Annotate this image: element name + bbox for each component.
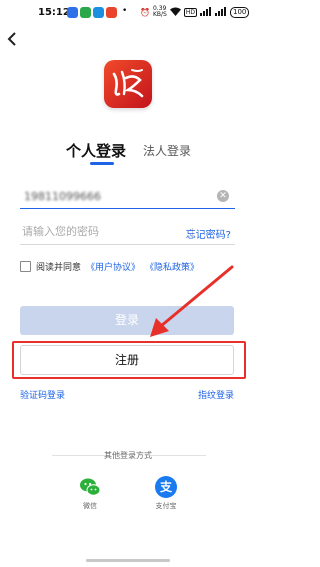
home-indicator[interactable] [86, 559, 170, 562]
app-logo [104, 60, 152, 108]
signal-icon [215, 6, 227, 18]
notification-icons [67, 7, 117, 18]
fingerprint-login-link[interactable]: 指纹登录 [198, 388, 234, 401]
active-tab-indicator [90, 162, 114, 165]
battery-icon: 100 [230, 6, 250, 18]
alipay-label: 支付宝 [155, 502, 177, 510]
alipay-login[interactable]: 支 支付宝 [146, 476, 186, 511]
status-bar: 15:12 • ⏰ 0.39 KB/S HD 100 [0, 0, 256, 28]
clear-icon[interactable]: ✕ [217, 190, 229, 202]
divider [150, 455, 206, 456]
notification-app-icon [106, 7, 117, 18]
other-login-title: 其他登录方式 [104, 451, 152, 460]
register-button[interactable]: 注册 [20, 345, 234, 375]
password-field: 忘记密码? [20, 222, 235, 245]
agreement-checkbox[interactable] [20, 261, 31, 272]
network-speed: 0.39 KB/S [153, 6, 167, 18]
privacy-policy-link[interactable]: 《隐私政策》 [145, 260, 199, 273]
wechat-label: 微信 [83, 502, 97, 510]
tab-legal-login[interactable]: 法人登录 [143, 142, 191, 159]
login-button[interactable]: 登录 [20, 306, 234, 335]
tab-personal-login[interactable]: 个人登录 [66, 140, 126, 161]
wechat-icon[interactable] [79, 476, 101, 498]
notification-app-icon [67, 7, 78, 18]
alipay-icon[interactable]: 支 [155, 476, 177, 498]
notification-app-icon [93, 7, 104, 18]
forgot-password-link[interactable]: 忘记密码? [186, 226, 231, 241]
login-tabs: 个人登录 法人登录 [0, 140, 256, 166]
wechat-login[interactable]: 微信 [70, 476, 110, 511]
agreement-prefix: 阅读并同意 [36, 263, 82, 273]
alipay-glyph: 支 [159, 480, 172, 494]
hd-icon: HD [183, 7, 197, 17]
user-agreement-link[interactable]: 《用户协议》 [86, 260, 140, 273]
notification-app-icon [80, 7, 91, 18]
agreement-row: 阅读并同意 《用户协议》 《隐私政策》 [20, 260, 199, 273]
notification-dot-icon: • [122, 6, 128, 16]
alarm-icon: ⏰ [140, 7, 150, 17]
wifi-icon [169, 7, 181, 18]
phone-value[interactable]: 19811099666 [24, 190, 101, 203]
network-speed-unit: KB/S [152, 11, 167, 18]
signal-icon [200, 6, 212, 18]
phone-field[interactable]: 19811099666 ✕ [20, 186, 235, 209]
back-arrow-icon[interactable] [6, 30, 20, 48]
password-input[interactable] [22, 225, 162, 238]
status-time: 15:12 [38, 7, 70, 18]
sms-login-link[interactable]: 验证码登录 [20, 388, 65, 401]
status-indicators: ⏰ 0.39 KB/S HD 100 [140, 6, 250, 18]
